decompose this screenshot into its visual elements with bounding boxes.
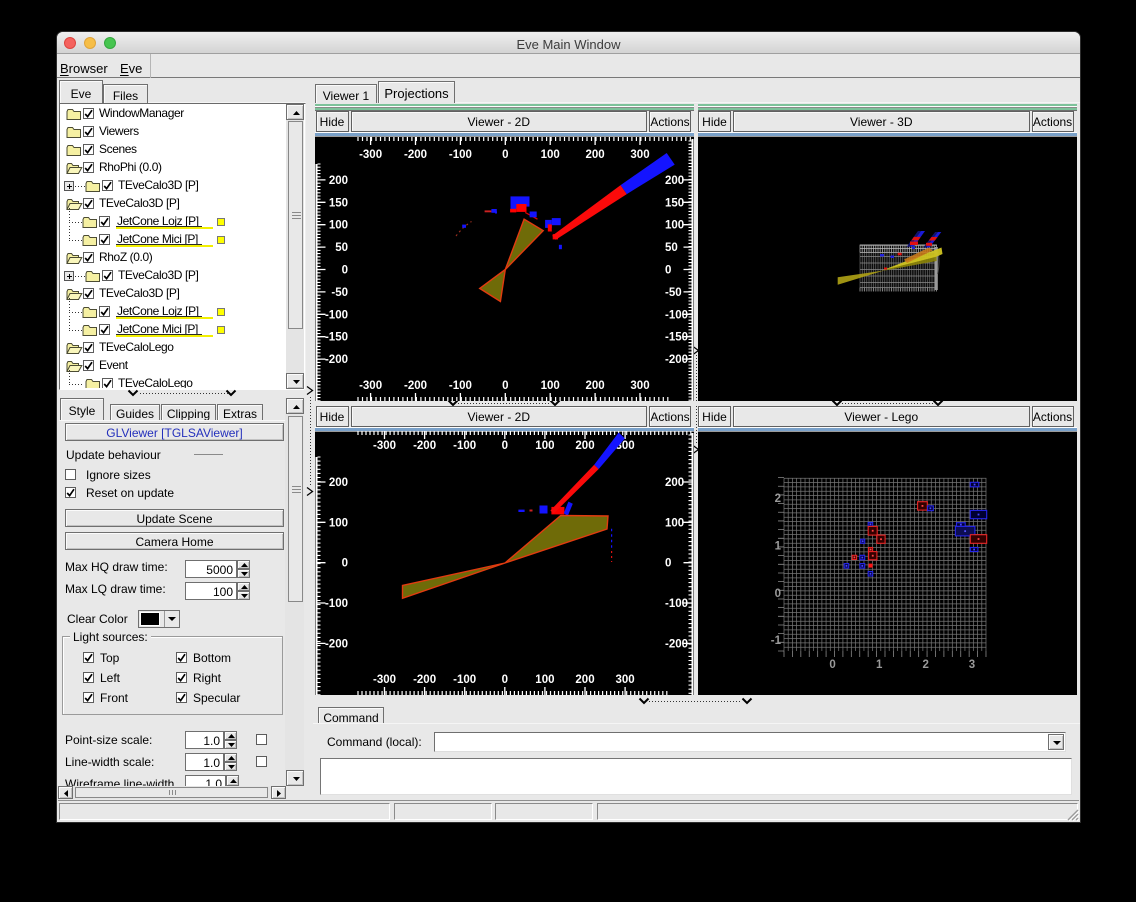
svg-text:-200: -200: [413, 440, 436, 452]
svg-text:0: 0: [502, 380, 508, 392]
svg-text:-1: -1: [771, 635, 782, 647]
svg-text:-100: -100: [325, 598, 348, 610]
svg-text:150: 150: [329, 197, 348, 209]
svg-text:-200: -200: [404, 380, 427, 392]
svg-text:-300: -300: [359, 380, 382, 392]
svg-text:-100: -100: [449, 380, 472, 392]
svg-text:0: 0: [342, 558, 348, 570]
svg-text:0: 0: [342, 265, 348, 277]
svg-text:1: 1: [876, 659, 883, 671]
svg-text:-100: -100: [325, 309, 348, 321]
svg-text:50: 50: [335, 242, 348, 254]
svg-text:-200: -200: [665, 638, 688, 650]
svg-text:150: 150: [665, 197, 684, 209]
svg-text:50: 50: [665, 242, 678, 254]
svg-text:300: 300: [630, 380, 649, 392]
svg-text:100: 100: [665, 220, 684, 232]
svg-text:-150: -150: [325, 332, 348, 344]
svg-text:-200: -200: [325, 638, 348, 650]
svg-text:-300: -300: [359, 149, 382, 161]
svg-text:200: 200: [575, 440, 594, 452]
svg-text:2: 2: [922, 659, 928, 671]
svg-text:100: 100: [541, 380, 560, 392]
svg-text:-50: -50: [665, 287, 682, 299]
svg-text:0: 0: [502, 674, 508, 686]
svg-text:-300: -300: [373, 674, 396, 686]
svg-text:300: 300: [616, 674, 635, 686]
svg-text:3: 3: [969, 659, 975, 671]
svg-text:-100: -100: [665, 309, 688, 321]
svg-text:0: 0: [665, 558, 671, 570]
svg-text:2: 2: [775, 493, 781, 505]
svg-text:-50: -50: [331, 287, 348, 299]
svg-text:200: 200: [586, 149, 605, 161]
svg-text:200: 200: [329, 477, 348, 489]
svg-text:200: 200: [665, 175, 684, 187]
svg-text:0: 0: [502, 440, 508, 452]
svg-text:-300: -300: [373, 440, 396, 452]
svg-text:-200: -200: [404, 149, 427, 161]
svg-text:-100: -100: [453, 674, 476, 686]
svg-text:-100: -100: [453, 440, 476, 452]
svg-text:0: 0: [829, 659, 835, 671]
svg-text:100: 100: [535, 674, 554, 686]
svg-text:0: 0: [775, 588, 781, 600]
svg-text:-200: -200: [325, 354, 348, 366]
svg-text:-100: -100: [665, 598, 688, 610]
svg-text:1: 1: [775, 541, 782, 553]
svg-text:100: 100: [329, 517, 348, 529]
svg-text:200: 200: [329, 175, 348, 187]
svg-text:300: 300: [630, 149, 649, 161]
svg-text:-200: -200: [413, 674, 436, 686]
svg-text:0: 0: [665, 265, 671, 277]
svg-text:-150: -150: [665, 332, 688, 344]
svg-text:-200: -200: [665, 354, 688, 366]
svg-text:200: 200: [586, 380, 605, 392]
svg-text:-100: -100: [449, 149, 472, 161]
svg-text:100: 100: [541, 149, 560, 161]
svg-text:100: 100: [535, 440, 554, 452]
svg-text:100: 100: [329, 220, 348, 232]
svg-text:0: 0: [502, 149, 508, 161]
svg-text:100: 100: [665, 517, 684, 529]
svg-text:200: 200: [575, 674, 594, 686]
svg-text:200: 200: [665, 477, 684, 489]
